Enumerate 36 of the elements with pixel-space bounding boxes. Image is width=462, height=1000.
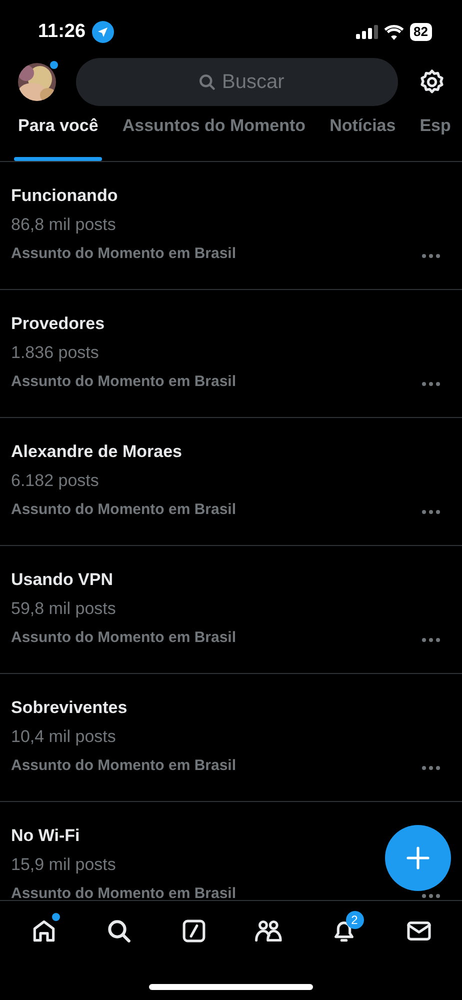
post-count: 6.182 posts [11, 471, 99, 491]
signal-icon [356, 25, 378, 39]
trend-context: Assunto do Momento em Brasil [11, 885, 236, 900]
tab[interactable]: Notícias [330, 106, 396, 161]
more-icon[interactable] [422, 254, 440, 258]
trend-context: Assunto do Momento em Brasil [11, 373, 236, 390]
more-icon[interactable] [422, 766, 440, 770]
battery-level: 82 [410, 23, 432, 41]
trend-context: Assunto do Momento em Brasil [11, 629, 236, 646]
settings-icon[interactable] [418, 68, 446, 96]
trend-context: Assunto do Momento em Brasil [11, 757, 236, 774]
post-count: 10,4 mil posts [11, 727, 116, 747]
post-count: 86,8 mil posts [11, 215, 116, 235]
trend-title[interactable]: Alexandre de Moraes [11, 442, 182, 462]
more-icon[interactable] [422, 638, 440, 642]
post-count: 1.836 posts [11, 343, 99, 363]
more-icon[interactable] [422, 894, 440, 898]
tab[interactable]: Esp [420, 106, 451, 161]
trend-context: Assunto do Momento em Brasil [11, 245, 236, 262]
search-icon [198, 73, 216, 91]
clock-time: 11:26 [38, 21, 86, 43]
wifi-icon [384, 24, 404, 40]
trend-title[interactable]: Usando VPN [11, 570, 114, 590]
tab[interactable]: Assuntos do Momento [122, 106, 306, 161]
search-field[interactable]: Buscar [76, 58, 398, 106]
more-icon[interactable] [422, 510, 440, 514]
post-count: 15,9 mil posts [11, 855, 116, 875]
trend-title[interactable]: Provedores [11, 314, 105, 334]
notification-badge: 2 [346, 910, 364, 928]
trend-title[interactable]: No Wi-Fi [11, 826, 80, 846]
trend-title[interactable]: Funcionando [11, 186, 118, 206]
trend-title[interactable]: Sobreviventes [11, 698, 128, 718]
plus-icon [406, 846, 430, 870]
more-icon[interactable] [422, 382, 440, 386]
trend-context: Assunto do Momento em Brasil [11, 501, 236, 518]
post-count: 59,8 mil posts [11, 599, 116, 619]
